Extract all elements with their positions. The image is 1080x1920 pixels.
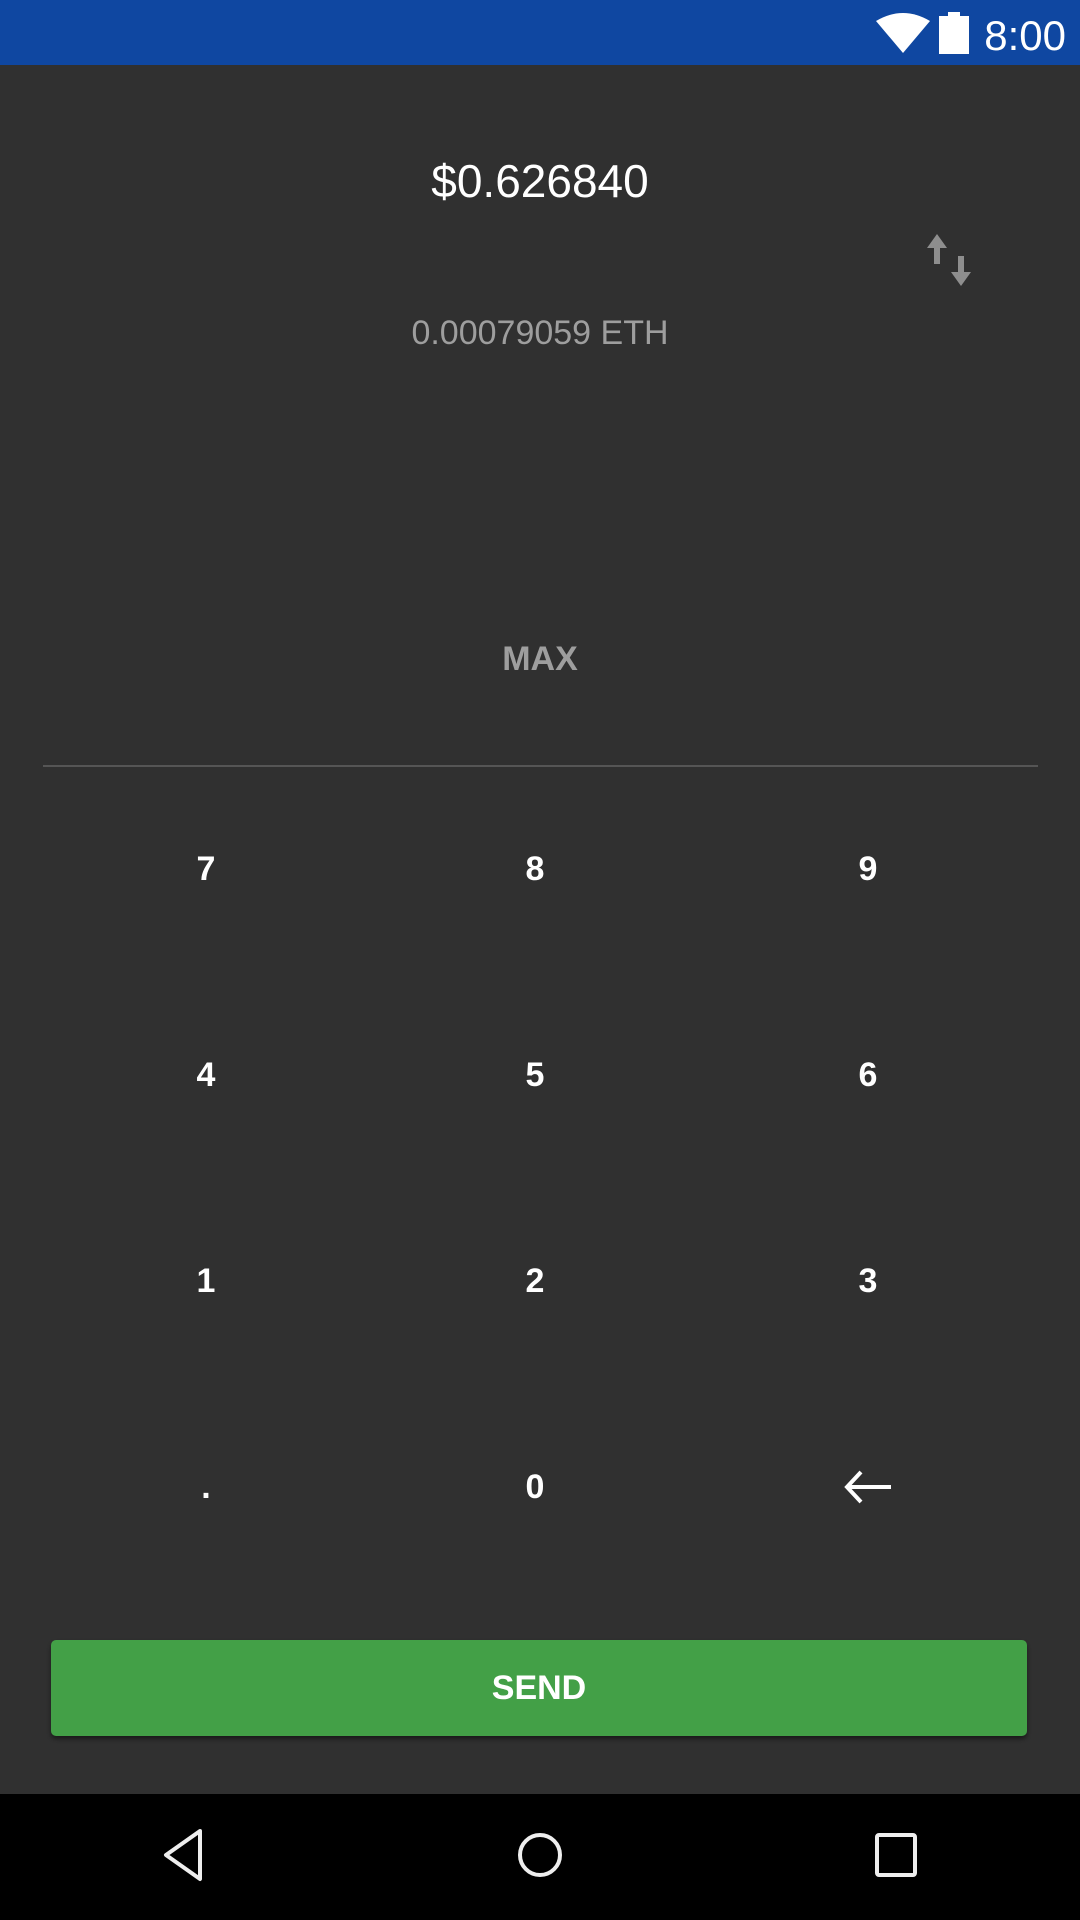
crypto-amount: 0.00079059 ETH	[411, 314, 669, 352]
key-decimal[interactable]: .	[56, 1412, 356, 1562]
key-3[interactable]: 3	[718, 1206, 1018, 1356]
wifi-icon	[876, 13, 930, 53]
max-button[interactable]: MAX	[440, 640, 640, 679]
key-7[interactable]: 7	[56, 794, 356, 944]
key-8[interactable]: 8	[385, 794, 685, 944]
battery-icon	[939, 12, 969, 54]
key-6[interactable]: 6	[718, 1000, 1018, 1150]
backspace-button[interactable]	[718, 1412, 1018, 1562]
key-2[interactable]: 2	[385, 1206, 685, 1356]
status-time: 8:00	[984, 12, 1066, 59]
key-5[interactable]: 5	[385, 1000, 685, 1150]
navigation-bar	[0, 1794, 1080, 1920]
status-bar: 8:00	[0, 0, 1080, 65]
key-4[interactable]: 4	[56, 1000, 356, 1150]
divider	[43, 765, 1038, 767]
key-9[interactable]: 9	[718, 794, 1018, 944]
send-button[interactable]: SEND	[51, 1640, 1027, 1736]
home-icon[interactable]	[516, 1828, 564, 1882]
arrow-left-icon	[844, 1470, 891, 1504]
swap-currency-icon[interactable]	[925, 234, 973, 286]
back-icon[interactable]	[160, 1828, 208, 1882]
recents-icon[interactable]	[872, 1828, 920, 1882]
fiat-amount: $0.626840	[431, 155, 649, 207]
key-0[interactable]: 0	[385, 1412, 685, 1562]
key-1[interactable]: 1	[56, 1206, 356, 1356]
